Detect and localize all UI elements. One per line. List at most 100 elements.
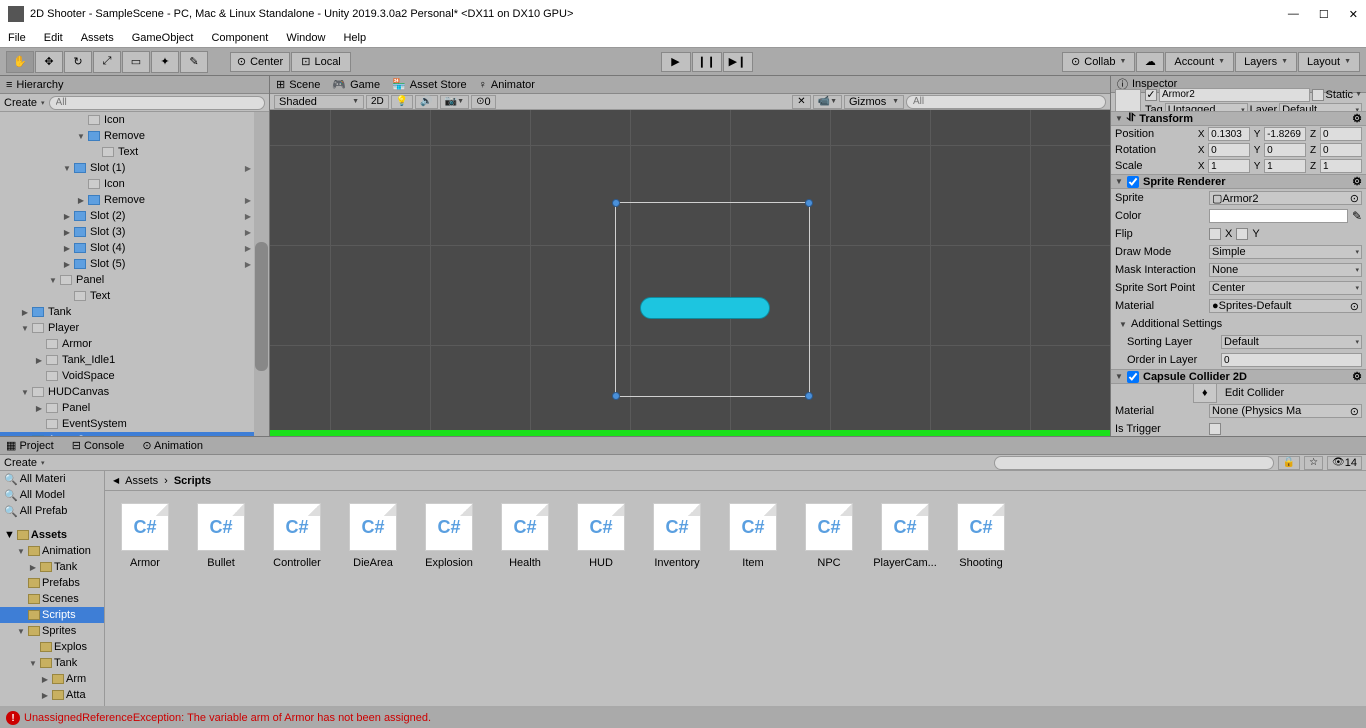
gear-icon[interactable]: ⚙: [1352, 112, 1362, 125]
filter-icon[interactable]: 🔒: [1278, 456, 1300, 470]
handle-tl[interactable]: [612, 199, 620, 207]
play-button[interactable]: ▶: [661, 52, 691, 72]
scene-search[interactable]: [906, 95, 1106, 109]
rot-z-input[interactable]: [1320, 143, 1362, 157]
custom-tool[interactable]: ✎: [180, 51, 208, 73]
capsule-enable[interactable]: [1127, 371, 1139, 383]
hierarchy-item[interactable]: ▶Slot (5)▶: [0, 256, 269, 272]
scene-camera-icon[interactable]: 📹▼: [813, 95, 842, 109]
flip-x-checkbox[interactable]: [1209, 228, 1221, 240]
project-create[interactable]: Create: [4, 457, 37, 469]
project-search[interactable]: [994, 456, 1274, 470]
hierarchy-item[interactable]: ▶Slot (3)▶: [0, 224, 269, 240]
hierarchy-item[interactable]: ▼HUDCanvas: [0, 384, 269, 400]
sort-point-dropdown[interactable]: Center▾: [1209, 281, 1362, 295]
tab-project[interactable]: ▦ Project: [6, 439, 54, 452]
project-folder[interactable]: Explos: [0, 639, 104, 655]
script-asset[interactable]: C#PlayerCam...: [877, 503, 933, 569]
maximize-icon[interactable]: ☐: [1319, 8, 1329, 21]
tab-game[interactable]: 🎮 Game: [332, 78, 380, 91]
color-field[interactable]: [1209, 209, 1348, 223]
hierarchy-item[interactable]: ▼Slot (1)▶: [0, 160, 269, 176]
tab-animation[interactable]: ⊙ Animation: [142, 439, 203, 452]
hierarchy-item[interactable]: ▶Slot (2)▶: [0, 208, 269, 224]
project-folder[interactable]: Prefabs: [0, 575, 104, 591]
capsule-collider-header[interactable]: ▼Capsule Collider 2D ⚙: [1111, 369, 1366, 384]
project-folder[interactable]: ▼Animation: [0, 543, 104, 559]
gizmos-dropdown[interactable]: Gizmos▼: [844, 95, 904, 109]
scene-fx-icon[interactable]: 📷▼: [440, 95, 469, 109]
fav-all-prefabs[interactable]: 🔍All Prefab: [0, 503, 104, 519]
minimize-icon[interactable]: —: [1288, 8, 1299, 21]
sprite-renderer-header[interactable]: ▼Sprite Renderer ⚙: [1111, 174, 1366, 189]
draw-mode-dropdown[interactable]: Simple▾: [1209, 245, 1362, 259]
hierarchy-item[interactable]: Text: [0, 288, 269, 304]
scene-view[interactable]: [270, 110, 1110, 436]
hierarchy-item[interactable]: ▶Tank_Idle1: [0, 352, 269, 368]
fav-all-materials[interactable]: 🔍All Materi: [0, 471, 104, 487]
project-folder[interactable]: Scripts: [0, 607, 104, 623]
pos-x-input[interactable]: [1208, 127, 1250, 141]
armor-sprite[interactable]: [640, 297, 770, 319]
script-asset[interactable]: C#Controller: [269, 503, 325, 569]
hierarchy-item[interactable]: EventSystem: [0, 416, 269, 432]
assets-root[interactable]: ▼Assets: [0, 527, 104, 543]
transform-tool[interactable]: ✦: [151, 51, 179, 73]
scl-x-input[interactable]: [1208, 159, 1250, 173]
tab-asset-store[interactable]: 🏪 Asset Store: [392, 78, 467, 91]
project-folder[interactable]: Scenes: [0, 591, 104, 607]
pause-button[interactable]: ❙❙: [692, 52, 722, 72]
hierarchy-item[interactable]: Icon: [0, 112, 269, 128]
visibility-icon[interactable]: 👁14: [1327, 456, 1362, 470]
gear-icon[interactable]: ⚙: [1352, 175, 1362, 188]
project-folder[interactable]: ▶Atta: [0, 687, 104, 703]
script-asset[interactable]: C#Bullet: [193, 503, 249, 569]
project-folder[interactable]: ▶Tank: [0, 559, 104, 575]
pos-y-input[interactable]: [1264, 127, 1306, 141]
error-message[interactable]: UnassignedReferenceException: The variab…: [24, 712, 431, 724]
tab-scene[interactable]: ⊞ Scene: [276, 78, 320, 91]
hierarchy-item[interactable]: ▼Player: [0, 320, 269, 336]
transform-header[interactable]: ▼⥯Transform ⚙: [1111, 111, 1366, 126]
script-asset[interactable]: C#Armor: [117, 503, 173, 569]
cloud-button[interactable]: ☁: [1136, 52, 1164, 72]
static-checkbox[interactable]: [1312, 89, 1324, 101]
scl-y-input[interactable]: [1264, 159, 1306, 173]
menu-window[interactable]: Window: [286, 32, 325, 44]
scale-tool[interactable]: ⤢: [93, 51, 121, 73]
collab-button[interactable]: ⊙Collab▼: [1062, 52, 1135, 72]
scl-z-input[interactable]: [1320, 159, 1362, 173]
step-button[interactable]: ▶❙: [723, 52, 753, 72]
menu-gameobject[interactable]: GameObject: [132, 32, 194, 44]
menu-help[interactable]: Help: [343, 32, 366, 44]
menu-file[interactable]: File: [8, 32, 26, 44]
filter-icon-2[interactable]: ☆: [1304, 456, 1323, 470]
hierarchy-item[interactable]: ▶Panel: [0, 400, 269, 416]
phys-material-field[interactable]: None (Physics Ma⊙: [1209, 404, 1362, 418]
close-icon[interactable]: ✕: [1349, 8, 1358, 21]
pivot-local-button[interactable]: ⊡Local: [291, 52, 351, 72]
breadcrumb-assets[interactable]: Assets: [125, 475, 158, 487]
rot-x-input[interactable]: [1208, 143, 1250, 157]
breadcrumb-scripts[interactable]: Scripts: [174, 475, 211, 487]
handle-tr[interactable]: [805, 199, 813, 207]
is-trigger-checkbox[interactable]: [1209, 423, 1221, 435]
hierarchy-search[interactable]: [49, 96, 265, 110]
scene-light-icon[interactable]: 💡: [391, 95, 413, 109]
handle-br[interactable]: [805, 392, 813, 400]
tab-animator[interactable]: ♀ Animator: [479, 79, 535, 91]
script-asset[interactable]: C#Inventory: [649, 503, 705, 569]
hierarchy-item[interactable]: ▼Remove: [0, 128, 269, 144]
hierarchy-item[interactable]: Armor: [0, 336, 269, 352]
project-folder[interactable]: ▶Arm: [0, 671, 104, 687]
mask-dropdown[interactable]: None▾: [1209, 263, 1362, 277]
object-active-checkbox[interactable]: ✓: [1145, 89, 1157, 101]
pos-z-input[interactable]: [1320, 127, 1362, 141]
hand-tool[interactable]: ✋: [6, 51, 34, 73]
script-asset[interactable]: C#NPC: [801, 503, 857, 569]
hierarchy-item[interactable]: VoidSpace: [0, 368, 269, 384]
handle-bl[interactable]: [612, 392, 620, 400]
hierarchy-create[interactable]: Create: [4, 97, 37, 109]
hierarchy-scrollbar[interactable]: [254, 112, 269, 436]
sprite-field[interactable]: ▢Armor2⊙: [1209, 191, 1362, 205]
